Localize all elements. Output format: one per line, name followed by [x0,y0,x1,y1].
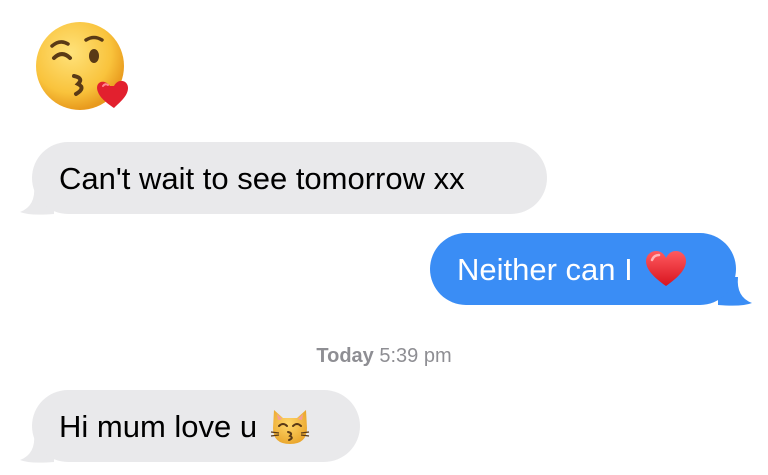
incoming-message-bubble[interactable]: Can't wait to see tomorrow xx [32,142,547,214]
message-text: Hi mum love u [59,408,258,444]
incoming-message-bubble[interactable]: Hi mum love u [32,390,360,462]
message-thread: Can't wait to see tomorrow xx Neither ca… [0,0,768,475]
message-text: Neither can I [457,251,633,287]
kissing-cat-icon [269,406,311,446]
red-heart-icon [645,250,687,288]
message-text: Can't wait to see tomorrow xx [59,160,465,196]
outgoing-message-bubble[interactable]: Neither can I [430,233,736,305]
timestamp-day: Today [316,345,374,367]
timestamp-time: 5:39 pm [379,345,452,367]
message-timestamp: Today 5:39 pm [0,345,768,368]
face-blowing-kiss-icon[interactable] [34,20,132,112]
